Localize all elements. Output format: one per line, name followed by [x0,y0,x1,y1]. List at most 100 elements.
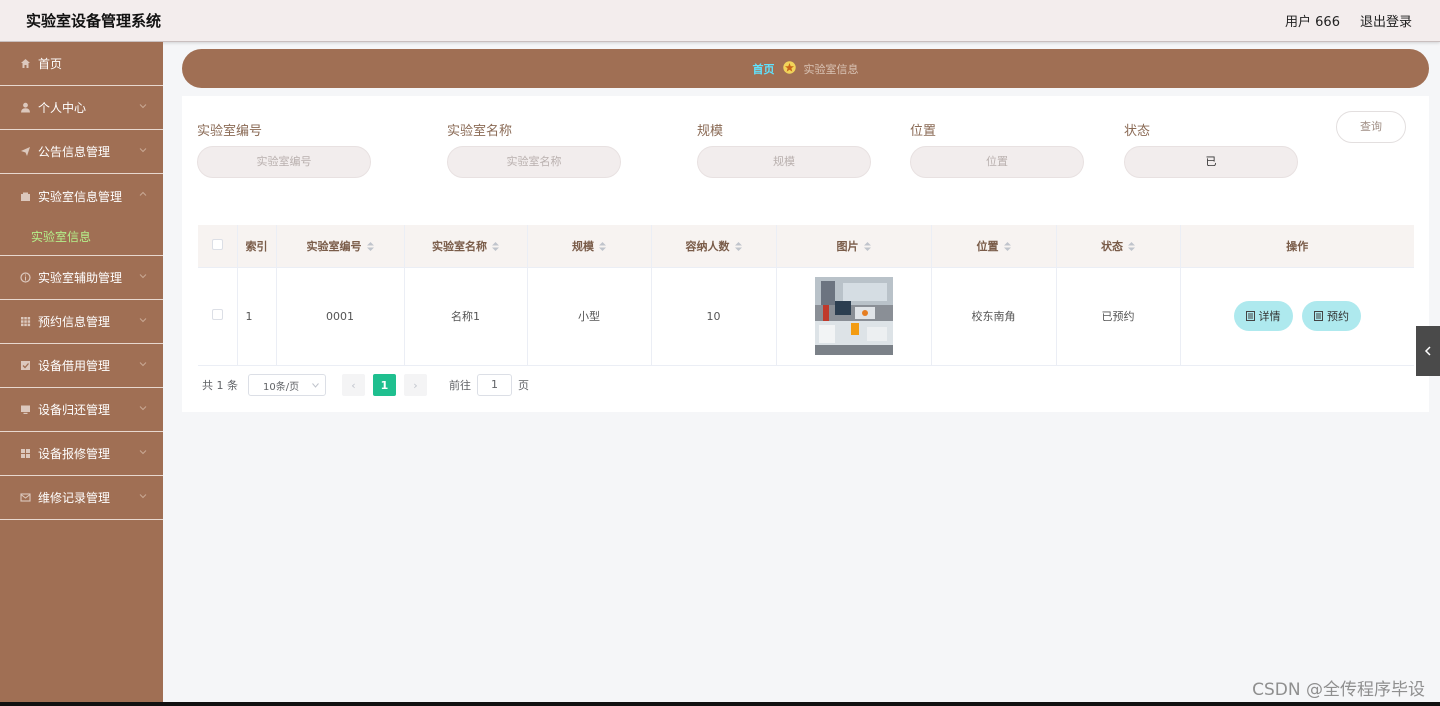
name-cell: 名称1 [404,267,528,366]
search-field-scale: 规模 规模 [697,120,871,178]
column-header[interactable]: 实验室编号 [276,225,405,268]
search-field-lab-code: 实验室编号 实验室编号 [197,120,371,178]
sidebar-subitem-lab-info[interactable]: 实验室信息 [0,218,163,256]
sidebar-item-equipment-repair[interactable]: 设备报修管理 [0,432,163,476]
sidebar-item-maintenance-records[interactable]: 维修记录管理 [0,476,163,520]
current-page-button[interactable]: 1 [373,374,396,396]
sidebar-item-label: 预约信息管理 [38,315,111,329]
sort-icon[interactable] [734,242,742,252]
location-input[interactable]: 位置 [910,146,1084,178]
sidebar-item-label: 设备报修管理 [38,447,111,461]
sidebar-item-lab-auxiliary[interactable]: 实验室辅助管理 [0,256,163,300]
apps-icon [20,448,31,459]
sidebar-item-home[interactable]: 首页 [0,42,163,86]
sort-icon[interactable] [1003,242,1011,252]
app-title: 实验室设备管理系统 [26,12,162,30]
top-header: 实验室设备管理系统 用户 666 退出登录 [0,0,1440,42]
sidebar-item-label: 个人中心 [38,101,87,115]
sidebar-item-equipment-borrow[interactable]: 设备借用管理 [0,344,163,388]
column-header[interactable]: 图片 [776,225,932,268]
collapse-toggle[interactable] [1416,326,1440,376]
lab-code-input[interactable]: 实验室编号 [197,146,371,178]
sort-icon[interactable] [863,242,871,252]
status-cell: 已预约 [1056,267,1181,366]
check-square-icon [20,360,31,371]
chevron-down-icon [312,382,319,388]
sidebar-item-label: 设备归还管理 [38,403,111,417]
chevron-down-icon [139,362,147,367]
lab-photo[interactable] [814,277,893,355]
chevron-down-icon [139,318,147,323]
search-field-status: 状态 已 [1124,120,1298,178]
bottom-border [0,702,1440,706]
select-all-cell [198,225,238,268]
sidebar-item-label: 首页 [38,57,63,71]
field-label: 位置 [910,124,937,139]
scale-input[interactable]: 规模 [697,146,871,178]
sidebar-item-equipment-return[interactable]: 设备归还管理 [0,388,163,432]
sidebar: 首页 个人中心 公告信息管理 实验室信息管理 实验室信息 实验室辅助管理 预约信… [0,42,163,706]
query-button[interactable]: 查询 [1336,111,1406,143]
column-header[interactable]: 容纳人数 [651,225,777,268]
monitor-icon [20,404,31,415]
code-cell: 0001 [276,267,405,366]
next-page-button[interactable]: › [404,374,427,396]
row-checkbox[interactable] [211,309,223,320]
total-count: 共 1 条 [202,379,238,392]
page-size-select[interactable]: 10条/页 [248,374,326,396]
table-row: 1 0001 名称1 小型 10 校东南角 已预约 详情 预约 [198,267,1414,366]
chevron-down-icon [139,450,147,455]
field-label: 实验室编号 [197,124,263,139]
sidebar-item-label: 设备借用管理 [38,359,111,373]
sort-icon[interactable] [599,242,606,252]
sidebar-item-personal-center[interactable]: 个人中心 [0,86,163,130]
field-label: 状态 [1124,124,1151,139]
field-label: 实验室名称 [447,124,513,139]
lab-name-input[interactable]: 实验室名称 [447,146,621,178]
goto-page-input[interactable]: 1 [477,374,512,396]
column-header[interactable]: 规模 [527,225,652,268]
logout-link[interactable]: 退出登录 [1360,11,1412,30]
home-icon [20,58,31,69]
column-header[interactable]: 状态 [1056,225,1181,268]
user-icon [20,102,31,113]
sidebar-item-label: 实验室辅助管理 [38,271,123,285]
index-cell: 1 [237,267,277,366]
breadcrumb-home[interactable]: 首页 [753,61,775,77]
select-all-checkbox[interactable] [211,238,223,250]
sidebar-item-lab-info-management[interactable]: 实验室信息管理 [0,174,163,218]
pagination: 共 1 条 10条/页 ‹ 1 › 前往 1 页 [202,374,529,396]
detail-button[interactable]: 详情 [1233,301,1293,331]
column-header[interactable]: 实验室名称 [404,225,528,268]
breadcrumb: 首页 实验室信息 [182,49,1429,88]
goto-prefix: 前往 [449,379,471,392]
watermark: CSDN @全传程序毕设 [1252,680,1425,700]
chevron-down-icon [139,274,147,279]
column-header[interactable]: 位置 [931,225,1057,268]
folder-icon [20,191,31,202]
user-name[interactable]: 用户 666 [1285,11,1340,30]
sidebar-item-label: 公告信息管理 [38,145,111,159]
lab-table: 索引 实验室编号 实验室名称 规模 容纳人数 图片 位置 状态 操作 1 000… [198,225,1414,366]
chevron-down-icon [139,148,147,153]
sort-icon[interactable] [366,242,374,252]
sidebar-item-label: 维修记录管理 [38,491,111,505]
reserve-button[interactable]: 预约 [1302,301,1361,331]
chevron-up-icon [139,191,147,196]
prev-page-button[interactable]: ‹ [342,374,365,396]
search-field-lab-name: 实验室名称 实验室名称 [447,120,621,178]
status-input[interactable]: 已 [1124,146,1298,178]
column-header: 索引 [237,225,277,268]
sidebar-item-label: 实验室信息管理 [38,189,123,204]
sort-icon[interactable] [492,242,499,252]
sidebar-item-reservations[interactable]: 预约信息管理 [0,300,163,344]
location-cell: 校东南角 [931,267,1057,366]
sidebar-item-announcements[interactable]: 公告信息管理 [0,130,163,174]
chevron-left-icon [1424,346,1431,356]
sort-icon[interactable] [1128,242,1135,252]
goto-suffix: 页 [518,379,529,392]
column-header: 操作 [1180,225,1414,268]
row-select-cell [198,267,238,366]
image-cell [776,267,932,366]
info-icon [20,272,31,283]
